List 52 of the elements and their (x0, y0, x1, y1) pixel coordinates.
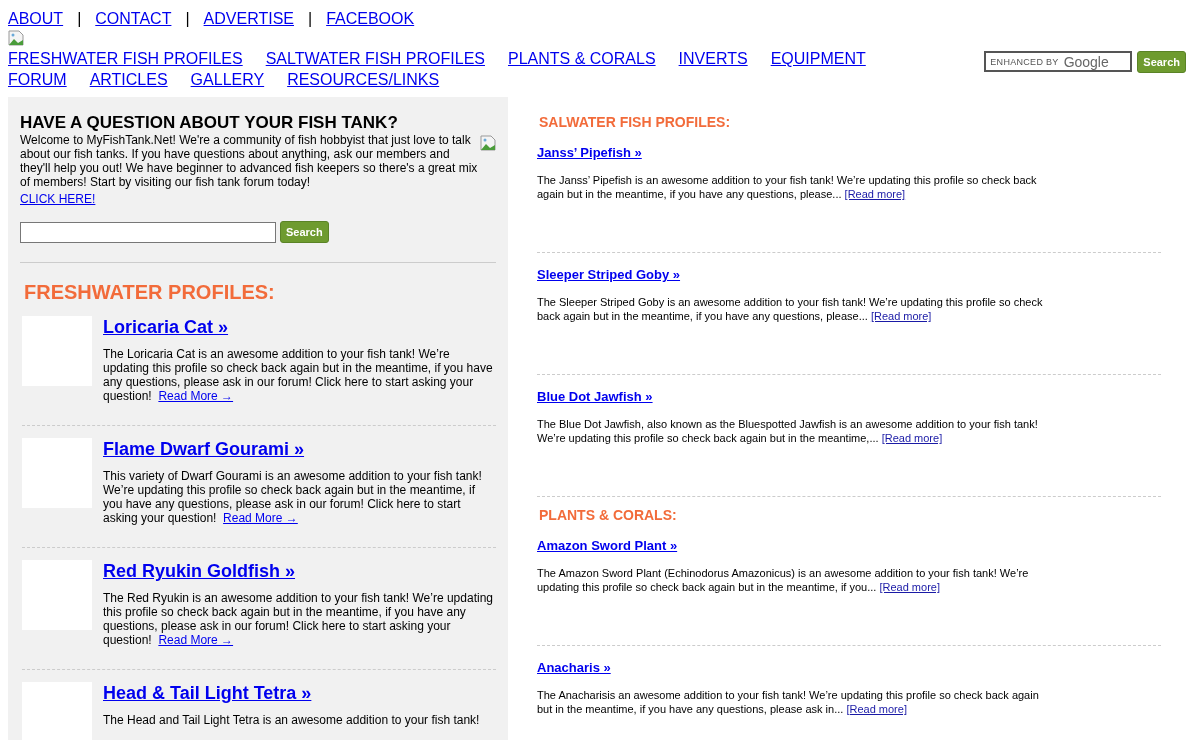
profile-text: The Red Ryukin is an awesome addition to your fish tank! We’re updating this profile so check back again but in the meantime, if you have any questions, please ask in our forum! Click here to start asking your question! Read More → (103, 591, 494, 647)
profile-title-link[interactable]: Janss’ Pipefish » (537, 145, 642, 160)
search-field[interactable] (20, 221, 276, 243)
top-link[interactable]: ADVERTISE (203, 8, 294, 30)
profile-title-link[interactable]: Loricaria Cat » (103, 316, 229, 338)
search-field[interactable]: ENHANCED BY Google (984, 51, 1133, 72)
nav-link[interactable]: SALTWATER FISH PROFILES (265, 48, 485, 69)
read-more-link[interactable]: [Read more] (879, 581, 940, 593)
profile-text: The Anacharisis an awesome addition to your fish tank! We’re updating this profile so check back again but in the meantime, if you have any questions, please ask in... [Read more] (537, 688, 1040, 716)
top-link[interactable]: FACEBOOK (326, 8, 415, 30)
read-more-link[interactable]: [Read more] (846, 703, 907, 715)
nav-link[interactable]: FORUM (8, 69, 67, 90)
profile-text: The Amazon Sword Plant (Echinodorus Amazonicus) is an awesome addition to your fish tank! We’re updating this profile so check back again but in the meantime, if you... [Read more] (537, 566, 1030, 594)
profile-text: The Janss’ Pipefish is an awesome addition to your fish tank! We’re updating this profile so check back again but in the meantime, if you have any questions, please... [Read more] (537, 173, 1038, 201)
top-link[interactable]: ABOUT (8, 8, 64, 30)
profile-title-link[interactable]: Flame Dwarf Gourami » (103, 438, 305, 460)
read-more-link[interactable]: Read More → (158, 633, 234, 647)
broken-image-icon (480, 135, 496, 151)
profile-title-link[interactable]: Amazon Sword Plant » (537, 538, 678, 553)
section-heading: SALWATER FISH PROFILES: (539, 114, 732, 130)
profile-text: The Sleeper Striped Goby is an awesome addition to your fish tank! We’re updating this profile so check back again but in the meantime, if you have any questions, please... [Read more] (537, 295, 1044, 323)
read-more-link[interactable]: Read More → (158, 389, 234, 403)
profile-title-link[interactable]: Blue Dot Jawfish » (537, 389, 653, 404)
read-more-link[interactable]: Read More → (223, 511, 298, 525)
profile-text: This variety of Dwarf Gourami is an awesome addition to your fish tank! We’re updating this profile so check back again but in the meantime, if you have any questions, please ask in our forum! Click here to start asking your question! Read More → (103, 469, 483, 525)
nav-link[interactable]: FRESHWATER FISH PROFILES (8, 48, 243, 69)
profile-title-link[interactable]: Anacharis » (537, 660, 611, 675)
section-heading: FRESHWATER PROFILES: (24, 281, 276, 304)
profile-text: The Blue Dot Jawfish, also known as the Bluespotted Jawfish is an awesome addition to your fish tank! We’re updating this profile so check back again but in the meantime,... [Read more] (537, 417, 1039, 445)
profile-text: The Head and Tail Light Tetra is an awesome addition to your fish tank! (103, 713, 481, 727)
nav-link[interactable]: RESOURCES/LINKS (287, 69, 440, 90)
profile-title-link[interactable]: Sleeper Striped Goby » (537, 267, 681, 282)
read-more-link[interactable]: [Read more] (844, 188, 906, 200)
nav-link[interactable]: GALLERY (190, 69, 265, 90)
profile-title-link[interactable]: Red Ryukin Goldfish » (103, 560, 296, 582)
separator: | (185, 9, 190, 29)
nav-link[interactable]: ARTICLES (89, 69, 168, 90)
welcome-text: Welcome to MyFishTank.Net! We're a community of fish hobbyist that just love to talk about our fish tanks. If you have questions about anything, ask our members and they'll help you out! We have beginner to advanced fish keepers so there's a great mix of members! Start by visiting our fish tank forum today! (20, 133, 479, 189)
broken-image-icon (8, 30, 24, 46)
profile-title-link[interactable]: Head & Tail Light Tetra » (103, 682, 312, 704)
separator: | (308, 9, 313, 29)
section-heading: PLANTS & CORALS: (539, 507, 678, 523)
nav-link[interactable]: EQUIPMENT (770, 48, 866, 69)
top-link[interactable]: CONTACT (95, 8, 172, 30)
read-more-link[interactable]: [Read more] (870, 310, 932, 322)
separator: | (77, 9, 82, 29)
click-here-link[interactable]: CLICK HERE! (20, 192, 96, 206)
profile-text: The Loricaria Cat is an awesome addition to your fish tank! We’re updating this profile so check back again but in the meantime, if you have any questions, please ask in our forum! Click here to start asking your question! Read More → (103, 347, 494, 403)
nav-link[interactable]: PLANTS & CORALS (508, 48, 656, 69)
read-more-link[interactable]: [Read more] (881, 432, 943, 444)
nav-link[interactable]: INVERTS (678, 48, 748, 69)
question-title: HAVE A QUESTION ABOUT YOUR FISH TANK? (20, 113, 399, 133)
